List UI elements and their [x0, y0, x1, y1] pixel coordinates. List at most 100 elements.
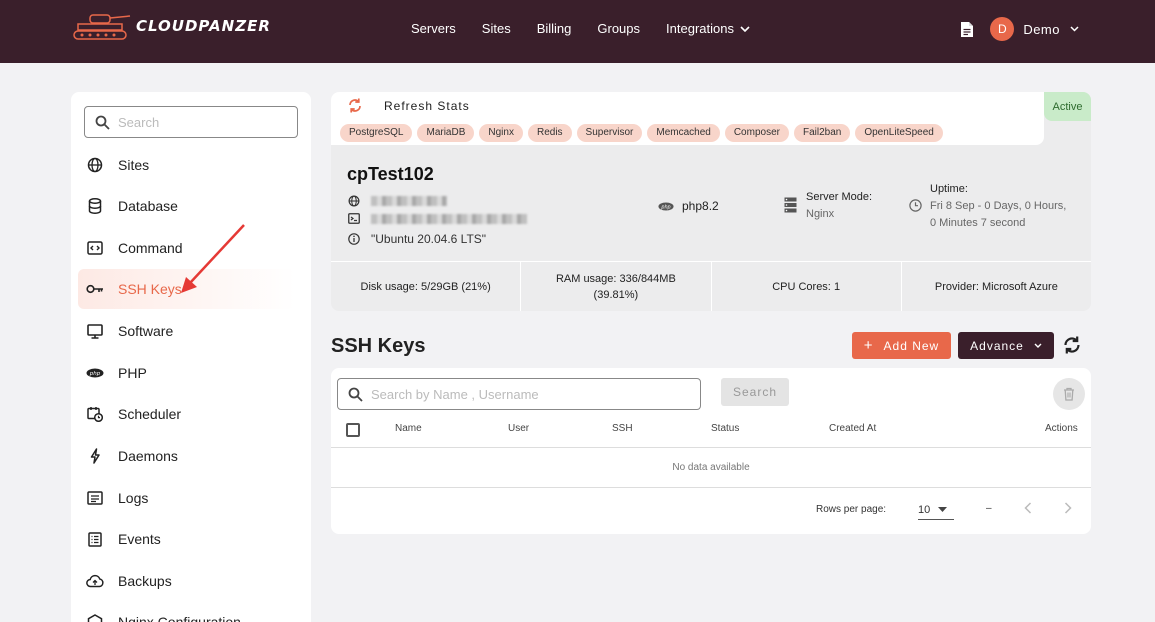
resource-stats: Disk usage: 5/29GB (21%) RAM usage: 336/… [331, 261, 1091, 311]
user-avatar[interactable]: D [990, 17, 1015, 41]
main-nav: Servers Sites Billing Groups Integration… [411, 21, 776, 36]
search-icon [348, 387, 363, 402]
user-name[interactable]: Demo [1023, 22, 1060, 37]
clock-icon [909, 199, 922, 212]
search-button[interactable]: Search [721, 378, 789, 406]
status-badge: Active [1044, 92, 1091, 121]
nav-sites[interactable]: Sites [482, 21, 511, 36]
server-mode-value: Nginx [806, 208, 835, 220]
column-header-user[interactable]: User [508, 423, 529, 434]
rows-per-page-value: 10 [918, 503, 931, 516]
column-header-status[interactable]: Status [711, 423, 739, 434]
table-header: Name User SSH Status Created At Actions [331, 418, 1091, 448]
tank-logo-icon [73, 14, 131, 40]
nav-label: Groups [597, 21, 641, 36]
software-tag: Memcached [647, 124, 720, 142]
sync-icon[interactable] [1062, 335, 1082, 355]
php-version-label: php8.2 [682, 199, 719, 213]
sidebar-search-input[interactable] [118, 114, 278, 130]
caret-down-icon [938, 507, 948, 512]
column-header-ssh[interactable]: SSH [612, 423, 633, 434]
monitor-icon [86, 322, 104, 340]
cloud-upload-icon [86, 572, 104, 590]
stats-header: Refresh Stats PostgreSQL MariaDB Nginx R… [331, 92, 1044, 145]
empty-state: No data available [331, 448, 1091, 488]
sidebar-item-label: Logs [118, 490, 149, 506]
sidebar-item-backups[interactable]: Backups [78, 561, 295, 601]
sidebar-item-label: Sites [118, 157, 150, 173]
add-new-button[interactable]: + Add New [852, 332, 951, 359]
database-icon [86, 197, 104, 215]
nav-servers[interactable]: Servers [411, 21, 456, 36]
table-search[interactable] [337, 378, 701, 410]
software-tag: Nginx [479, 124, 523, 142]
sidebar-item-sites[interactable]: Sites [78, 145, 295, 185]
php-icon: php [86, 364, 104, 382]
sidebar-item-command[interactable]: Command [78, 228, 295, 268]
server-os-row: "Ubuntu 20.04.6 LTS" [347, 232, 486, 246]
page-info: – [986, 503, 992, 514]
document-icon[interactable] [960, 21, 974, 38]
server-icon [784, 197, 797, 213]
provider-label: Provider: [934, 280, 979, 293]
brand-name: CLOUDPANZER [136, 17, 271, 35]
terminal-icon [347, 213, 361, 224]
chevron-down-icon [1034, 343, 1042, 348]
sidebar-search[interactable] [84, 106, 298, 138]
sidebar-item-events[interactable]: Events [78, 519, 295, 559]
php-icon: php [658, 202, 674, 210]
table-pagination: Rows per page: 10 – [331, 488, 1091, 534]
top-navbar: CLOUDPANZER Servers Sites Billing Groups… [0, 0, 1155, 63]
sidebar-item-logs[interactable]: Logs [78, 478, 295, 518]
sidebar-item-daemons[interactable]: Daemons [78, 436, 295, 476]
svg-text:php: php [660, 204, 670, 210]
sidebar-item-ssh-keys[interactable]: SSH Keys [78, 269, 295, 309]
sidebar-item-scheduler[interactable]: Scheduler [78, 394, 295, 434]
column-header-actions: Actions [1045, 423, 1078, 434]
svg-text:php: php [89, 371, 101, 377]
nginx-icon [86, 613, 104, 622]
refresh-stats-button[interactable]: Refresh Stats [348, 98, 470, 113]
chevron-right-icon[interactable] [1064, 502, 1072, 514]
rows-per-page-select[interactable]: 10 [918, 500, 954, 520]
delete-button[interactable] [1053, 378, 1085, 410]
globe-icon [86, 156, 104, 174]
software-tag: Supervisor [576, 124, 643, 142]
sidebar-item-label: PHP [118, 365, 147, 381]
sidebar-item-nginx-configuration[interactable]: Nginx Configuration [78, 602, 295, 622]
sidebar: Sites Database Command SSH Keys Software… [71, 92, 311, 622]
nav-billing[interactable]: Billing [537, 21, 572, 36]
php-version: php php8.2 [658, 199, 719, 213]
uptime-label: Uptime: [930, 183, 968, 195]
software-tag: Composer [724, 124, 789, 142]
sidebar-item-label: Daemons [118, 448, 178, 464]
code-icon [86, 239, 104, 257]
chevron-left-icon[interactable] [1024, 502, 1032, 514]
nav-groups[interactable]: Groups [597, 21, 640, 36]
chevron-down-icon[interactable] [1070, 26, 1079, 32]
nav-label: Integrations [666, 21, 734, 36]
nav-integrations[interactable]: Integrations [666, 21, 750, 36]
cpu-cores: CPU Cores: 1 [711, 261, 902, 311]
sidebar-item-database[interactable]: Database [78, 186, 295, 226]
chevron-down-icon [740, 25, 750, 32]
sidebar-item-php[interactable]: php PHP [78, 353, 295, 393]
add-new-label: Add New [883, 338, 940, 353]
column-header-name[interactable]: Name [395, 423, 422, 434]
refresh-icon [349, 98, 361, 113]
os-version: "Ubuntu 20.04.6 LTS" [371, 232, 487, 246]
uptime-line1: Fri 8 Sep - 0 Days, 0 Hours, [930, 200, 1067, 212]
server-ip-row [347, 195, 447, 207]
sidebar-item-label: Scheduler [118, 406, 182, 422]
redacted-ip [371, 196, 447, 206]
column-header-created-at[interactable]: Created At [829, 423, 876, 434]
advance-dropdown-button[interactable]: Advance [958, 332, 1054, 359]
log-icon [86, 489, 104, 507]
ssh-search-input[interactable] [371, 386, 691, 402]
sidebar-item-label: Events [118, 531, 161, 547]
brand-logo[interactable]: CLOUDPANZER [72, 10, 271, 42]
uptime: Uptime: Fri 8 Sep - 0 Days, 0 Hours, 0 M… [909, 181, 1066, 232]
ssh-keys-table-card: Search Name User SSH Status Created At A… [331, 368, 1091, 534]
sidebar-item-software[interactable]: Software [78, 311, 295, 351]
select-all-checkbox[interactable] [346, 423, 360, 437]
